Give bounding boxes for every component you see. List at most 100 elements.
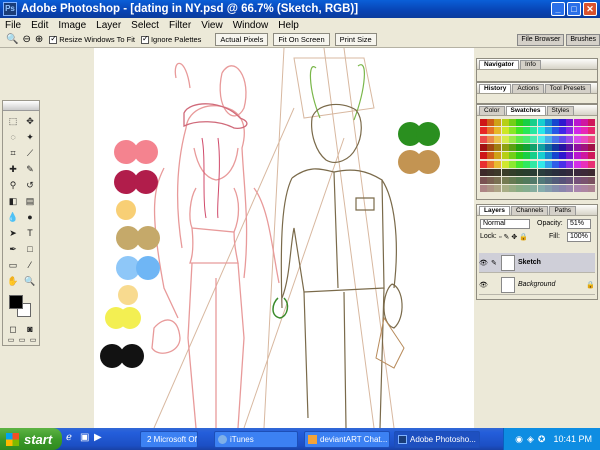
swatch-cell[interactable] — [566, 119, 574, 126]
tray-icon-1[interactable]: ◉ — [515, 434, 523, 445]
swatch-cell[interactable] — [559, 160, 567, 168]
tray-icon-3[interactable]: ✪ — [538, 434, 546, 445]
swatch-cell[interactable] — [588, 185, 595, 193]
swatch-cell[interactable] — [523, 185, 531, 193]
swatch-cell[interactable] — [508, 143, 516, 151]
swatch-cell[interactable] — [573, 152, 581, 160]
swatch-cell[interactable] — [508, 127, 516, 135]
swatch-cell[interactable] — [487, 168, 495, 176]
print-size-button[interactable]: Print Size — [334, 33, 377, 46]
swatch-cell[interactable] — [487, 143, 495, 151]
swatch-cell[interactable] — [544, 177, 552, 185]
minimize-button[interactable]: _ — [551, 2, 565, 16]
swatch-cell[interactable] — [566, 127, 574, 135]
crop-tool-icon[interactable]: ⌗ — [6, 147, 20, 159]
swatch-cell[interactable] — [580, 177, 588, 185]
swatch-cell[interactable] — [552, 160, 559, 168]
actual-pixels-button[interactable]: Actual Pixels — [215, 33, 269, 46]
slice-tool-icon[interactable]: ⟋ — [23, 147, 37, 159]
tab-actions[interactable]: Actions — [512, 84, 544, 93]
swatch-cell[interactable] — [530, 152, 538, 160]
swatch-cell[interactable] — [480, 127, 487, 135]
swatch-cell[interactable] — [588, 152, 595, 160]
menu-image[interactable]: Image — [53, 20, 91, 31]
screen-mode-3-icon[interactable]: ▭ — [26, 335, 40, 347]
swatch-cell[interactable] — [573, 177, 581, 185]
swatch-cell[interactable] — [480, 152, 487, 160]
swatch-cell[interactable] — [480, 185, 487, 193]
swatch-cell[interactable] — [501, 143, 509, 151]
swatch-cell[interactable] — [494, 135, 502, 143]
swatch-cell[interactable] — [580, 119, 588, 126]
ignore-palettes-checkbox[interactable]: Ignore Palettes — [140, 34, 201, 44]
swatch-cell[interactable] — [494, 177, 502, 185]
swatch-cell[interactable] — [559, 143, 567, 151]
standard-mode-icon[interactable]: ◻ — [6, 323, 20, 335]
swatch-cell[interactable] — [530, 185, 538, 193]
notes-tool-icon[interactable]: ▭ — [6, 259, 20, 271]
swatch-cell[interactable] — [588, 127, 595, 135]
quicklaunch-ie-icon[interactable]: ℯ — [66, 432, 72, 443]
swatch-cell[interactable] — [544, 135, 552, 143]
swatch-cell[interactable] — [501, 119, 509, 126]
swatch-cell[interactable] — [566, 177, 574, 185]
swatch-cell[interactable] — [537, 127, 545, 135]
marquee-tool-icon[interactable]: ⬚ — [6, 115, 20, 127]
swatch-cell[interactable] — [544, 152, 552, 160]
tab-history[interactable]: History — [479, 84, 512, 93]
path-select-icon[interactable]: ➤ — [6, 227, 20, 239]
tab-color[interactable]: Color — [479, 106, 505, 115]
layer-row-sketch[interactable]: 👁 ✎ Sketch — [479, 253, 595, 273]
swatch-cell[interactable] — [537, 152, 545, 160]
gradient-tool-icon[interactable]: ▤ — [23, 195, 37, 207]
resize-windows-checkbox[interactable]: Resize Windows To Fit — [49, 34, 135, 44]
fit-on-screen-button[interactable]: Fit On Screen — [273, 33, 330, 46]
swatch-cell[interactable] — [559, 152, 567, 160]
swatch-cell[interactable] — [508, 119, 516, 126]
swatch-cell[interactable] — [537, 185, 545, 193]
lock-icons[interactable]: ▫✎✥🔒 — [499, 233, 530, 241]
swatch-cell[interactable] — [573, 160, 581, 168]
swatch-cell[interactable] — [523, 143, 531, 151]
toolbox-header[interactable] — [3, 101, 39, 111]
blend-mode-select[interactable]: Normal — [480, 219, 530, 229]
close-button[interactable]: ✕ — [583, 2, 597, 16]
layer-row-background[interactable]: 👁 Background 🔒 — [479, 275, 595, 295]
swatch-cell[interactable] — [494, 143, 502, 151]
swatch-cell[interactable] — [530, 168, 538, 176]
shape-tool-icon[interactable]: □ — [23, 243, 37, 255]
menu-layer[interactable]: Layer — [91, 20, 126, 31]
swatch-cell[interactable] — [516, 177, 523, 185]
swatch-cell[interactable] — [530, 127, 538, 135]
swatch-cell[interactable] — [552, 127, 559, 135]
swatch-cell[interactable] — [537, 119, 545, 126]
swatch-cell[interactable] — [516, 119, 523, 126]
swatch-cell[interactable] — [523, 160, 531, 168]
quicklaunch-media-icon[interactable]: ▶ — [94, 432, 102, 443]
swatch-cell[interactable] — [530, 143, 538, 151]
pen-tool-icon[interactable]: ✒ — [6, 243, 20, 255]
swatch-cell[interactable] — [501, 168, 509, 176]
swatch-cell[interactable] — [566, 135, 574, 143]
swatch-cell[interactable] — [552, 177, 559, 185]
tab-info[interactable]: Info — [519, 60, 541, 69]
swatch-cell[interactable] — [573, 127, 581, 135]
quick-mask-icon[interactable]: ◙ — [23, 323, 37, 335]
swatch-cell[interactable] — [480, 160, 487, 168]
opacity-field[interactable]: 51% — [567, 219, 591, 229]
swatch-cell[interactable] — [544, 143, 552, 151]
eye-icon[interactable]: 👁 — [479, 281, 491, 289]
swatch-cell[interactable] — [508, 177, 516, 185]
swatch-cell[interactable] — [516, 127, 523, 135]
swatch-cell[interactable] — [487, 177, 495, 185]
swatch-cell[interactable] — [537, 135, 545, 143]
eye-icon[interactable]: 👁 — [479, 259, 491, 267]
swatch-cell[interactable] — [566, 152, 574, 160]
swatch-cell[interactable] — [501, 177, 509, 185]
swatch-cell[interactable] — [566, 185, 574, 193]
swatch-cell[interactable] — [552, 135, 559, 143]
swatch-cell[interactable] — [501, 152, 509, 160]
tab-tool-presets[interactable]: Tool Presets — [544, 84, 591, 93]
maximize-button[interactable]: □ — [567, 2, 581, 16]
swatch-cell[interactable] — [544, 185, 552, 193]
